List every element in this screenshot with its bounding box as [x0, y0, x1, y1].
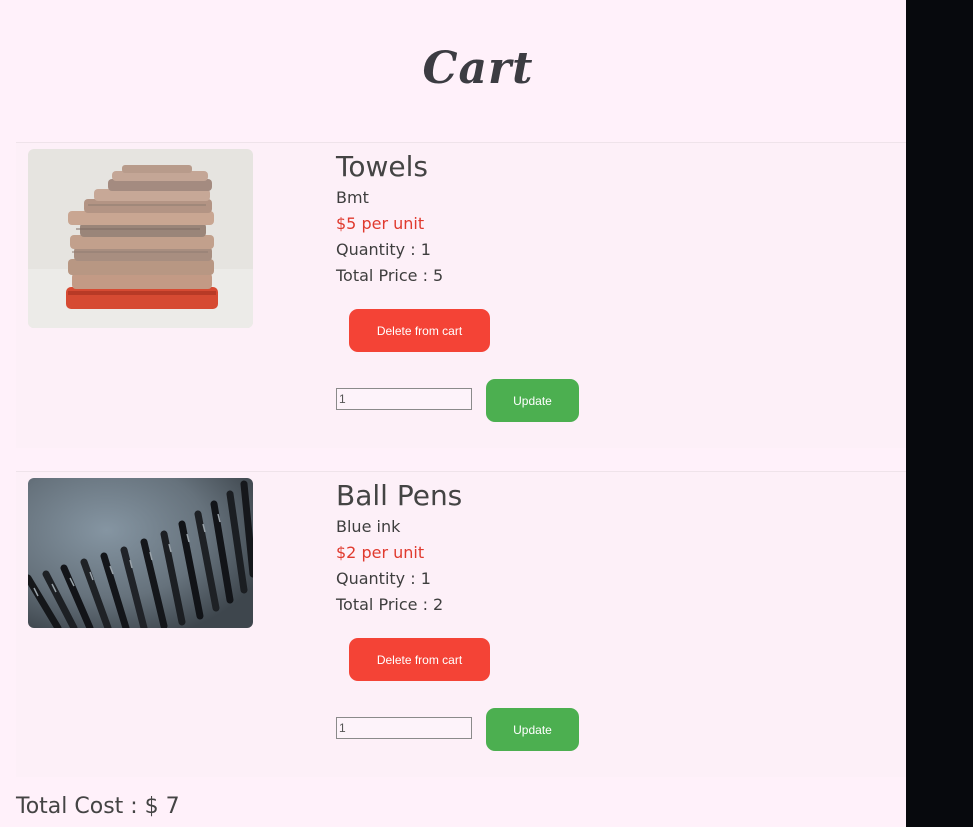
ball-pens-photo: [28, 478, 253, 628]
product-name: Ball Pens: [336, 479, 463, 512]
cart-item: Towels Bmt $5 per unit Quantity : 1 Tota…: [16, 142, 906, 448]
total-cost-label: Total Cost : $ 7: [16, 794, 180, 819]
cart-page: Cart Towels Bmt $5 per unit Quantity: 1…: [0, 0, 906, 827]
quantity-input[interactable]: [336, 388, 472, 410]
item-details: Towels Bmt $5 per unit Quantity : 1 Tota…: [336, 149, 836, 422]
towel-stack-photo: [28, 149, 253, 328]
delete-from-cart-button[interactable]: Delete from cart: [349, 309, 490, 352]
total-price-label: Total Price : 2: [336, 595, 444, 614]
total-price-label: Total Price : 5: [336, 266, 444, 285]
total-cost: Total Cost : $ 7: [16, 794, 180, 819]
product-name: Towels: [336, 150, 428, 183]
cart-item: Ball Pens Blue ink $2 per unit Quantity …: [16, 471, 906, 777]
product-image-towels: [28, 149, 253, 328]
product-description: Blue ink: [336, 517, 401, 536]
page-title: Cart: [422, 43, 534, 95]
unit-price: $2 per unit: [336, 543, 425, 562]
product-image-ball-pens: [28, 478, 253, 628]
side-panel: [906, 0, 973, 827]
update-button[interactable]: Update: [486, 379, 579, 422]
delete-from-cart-button[interactable]: Delete from cart: [349, 638, 490, 681]
update-button[interactable]: Update: [486, 708, 579, 751]
quantity-label: Quantity : 1: [336, 569, 431, 588]
quantity-input[interactable]: [336, 717, 472, 739]
quantity-label: Quantity : 1: [336, 240, 431, 259]
unit-price: $5 per unit: [336, 214, 425, 233]
product-description: Bmt: [336, 188, 369, 207]
item-details: Ball Pens Blue ink $2 per unit Quantity …: [336, 478, 836, 751]
